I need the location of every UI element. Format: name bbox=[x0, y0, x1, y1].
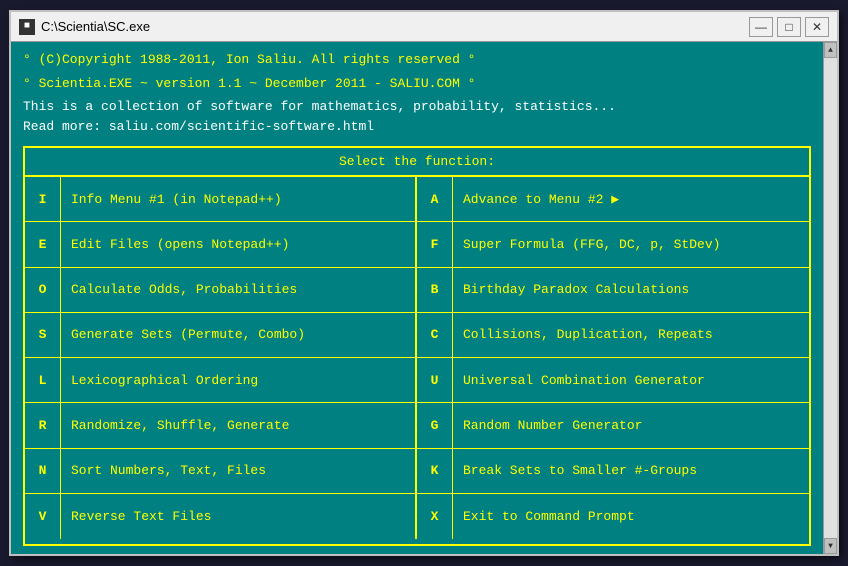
menu-label-V: Reverse Text Files bbox=[61, 494, 415, 539]
list-item[interactable]: I Info Menu #1 (in Notepad++) bbox=[25, 177, 415, 222]
menu-key-K: K bbox=[417, 449, 453, 493]
menu-label-A: Advance to Menu #2 ▶ bbox=[453, 177, 809, 221]
window-icon: ■ bbox=[19, 19, 35, 35]
scroll-up-button[interactable]: ▲ bbox=[824, 42, 837, 58]
menu-label-E: Edit Files (opens Notepad++) bbox=[61, 222, 415, 266]
list-item[interactable]: R Randomize, Shuffle, Generate bbox=[25, 403, 415, 448]
list-item[interactable]: E Edit Files (opens Notepad++) bbox=[25, 222, 415, 267]
copyright-line2: ° Scientia.EXE ~ version 1.1 ~ December … bbox=[23, 74, 811, 94]
menu-grid: I Info Menu #1 (in Notepad++) E Edit Fil… bbox=[25, 177, 809, 539]
minimize-button[interactable]: — bbox=[749, 17, 773, 37]
menu-key-F: F bbox=[417, 222, 453, 266]
menu-label-B: Birthday Paradox Calculations bbox=[453, 268, 809, 312]
menu-key-I: I bbox=[25, 177, 61, 221]
menu-label-O: Calculate Odds, Probabilities bbox=[61, 268, 415, 312]
list-item[interactable]: V Reverse Text Files bbox=[25, 494, 415, 539]
menu-label-G: Random Number Generator bbox=[453, 403, 809, 447]
menu-key-R: R bbox=[25, 403, 61, 447]
menu-key-S: S bbox=[25, 313, 61, 357]
list-item[interactable]: S Generate Sets (Permute, Combo) bbox=[25, 313, 415, 358]
window-title: C:\Scientia\SC.exe bbox=[41, 19, 749, 34]
list-item[interactable]: K Break Sets to Smaller #-Groups bbox=[417, 449, 809, 494]
list-item[interactable]: X Exit to Command Prompt bbox=[417, 494, 809, 539]
list-item[interactable]: U Universal Combination Generator bbox=[417, 358, 809, 403]
readmore-line4: Read more: saliu.com/scientific-software… bbox=[23, 117, 811, 137]
menu-label-I: Info Menu #1 (in Notepad++) bbox=[61, 177, 415, 221]
menu-label-F: Super Formula (FFG, DC, p, StDev) bbox=[453, 222, 809, 266]
menu-label-U: Universal Combination Generator bbox=[453, 358, 809, 402]
menu-key-C: C bbox=[417, 313, 453, 357]
list-item[interactable]: B Birthday Paradox Calculations bbox=[417, 268, 809, 313]
scroll-down-button[interactable]: ▼ bbox=[824, 538, 837, 554]
console-area: ° (C)Copyright 1988-2011, Ion Saliu. All… bbox=[11, 42, 823, 554]
list-item[interactable]: O Calculate Odds, Probabilities bbox=[25, 268, 415, 313]
menu-key-E: E bbox=[25, 222, 61, 266]
menu-label-L: Lexicographical Ordering bbox=[61, 358, 415, 402]
copyright-line1: ° (C)Copyright 1988-2011, Ion Saliu. All… bbox=[23, 50, 811, 70]
scroll-thumb[interactable] bbox=[824, 58, 837, 538]
menu-key-A: A bbox=[417, 177, 453, 221]
menu-label-K: Break Sets to Smaller #-Groups bbox=[453, 449, 809, 493]
list-item[interactable]: G Random Number Generator bbox=[417, 403, 809, 448]
menu-label-N: Sort Numbers, Text, Files bbox=[61, 449, 415, 493]
description-line3: This is a collection of software for mat… bbox=[23, 97, 811, 117]
menu-key-N: N bbox=[25, 449, 61, 493]
title-bar: ■ C:\Scientia\SC.exe — □ ✕ bbox=[11, 12, 837, 42]
menu-label-S: Generate Sets (Permute, Combo) bbox=[61, 313, 415, 357]
menu-key-U: U bbox=[417, 358, 453, 402]
menu-label-R: Randomize, Shuffle, Generate bbox=[61, 403, 415, 447]
menu-left-column: I Info Menu #1 (in Notepad++) E Edit Fil… bbox=[25, 177, 417, 539]
menu-key-G: G bbox=[417, 403, 453, 447]
maximize-button[interactable]: □ bbox=[777, 17, 801, 37]
close-button[interactable]: ✕ bbox=[805, 17, 829, 37]
menu-key-L: L bbox=[25, 358, 61, 402]
menu-key-B: B bbox=[417, 268, 453, 312]
menu-label-X: Exit to Command Prompt bbox=[453, 494, 809, 539]
window-controls: — □ ✕ bbox=[749, 17, 829, 37]
menu-container: Select the function: I Info Menu #1 (in … bbox=[23, 146, 811, 546]
menu-title: Select the function: bbox=[25, 148, 809, 177]
list-item[interactable]: C Collisions, Duplication, Repeats bbox=[417, 313, 809, 358]
main-window: ■ C:\Scientia\SC.exe — □ ✕ ° (C)Copyrigh… bbox=[9, 10, 839, 556]
list-item[interactable]: F Super Formula (FFG, DC, p, StDev) bbox=[417, 222, 809, 267]
menu-key-O: O bbox=[25, 268, 61, 312]
vertical-scrollbar[interactable]: ▲ ▼ bbox=[823, 42, 837, 554]
menu-key-X: X bbox=[417, 494, 453, 539]
list-item[interactable]: A Advance to Menu #2 ▶ bbox=[417, 177, 809, 222]
list-item[interactable]: N Sort Numbers, Text, Files bbox=[25, 449, 415, 494]
menu-label-C: Collisions, Duplication, Repeats bbox=[453, 313, 809, 357]
menu-right-column: A Advance to Menu #2 ▶ F Super Formula (… bbox=[417, 177, 809, 539]
list-item[interactable]: L Lexicographical Ordering bbox=[25, 358, 415, 403]
menu-key-V: V bbox=[25, 494, 61, 539]
